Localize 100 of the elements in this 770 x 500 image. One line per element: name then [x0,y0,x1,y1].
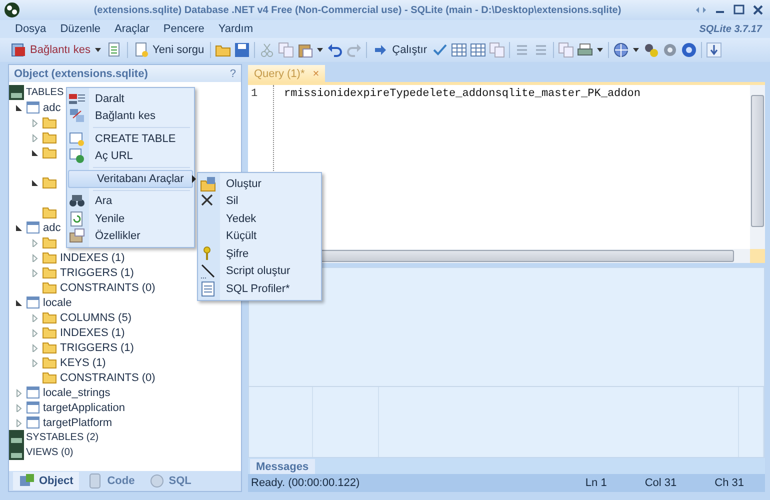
tree-item[interactable]: locale [43,296,72,308]
copy-button[interactable] [277,40,296,60]
expand-arrow-icon[interactable] [31,118,39,126]
table-icon [26,386,40,400]
menu-item[interactable]: SQL Profiler* [198,280,321,298]
database-icon [9,445,24,460]
menu-item[interactable]: Düzenle [53,23,108,35]
globe-button[interactable] [612,40,641,60]
app-logo-icon [4,2,20,18]
expand-arrow-icon[interactable] [31,254,39,262]
caret-icon [596,46,604,54]
maximize-icon[interactable] [733,4,745,16]
expand-arrow-icon[interactable] [31,238,39,246]
database-icon [9,430,24,445]
save-button[interactable] [233,40,252,60]
help-button[interactable]: ? [230,68,236,80]
copy-button[interactable] [488,40,506,60]
document-icon [200,280,216,297]
tree-item[interactable]: INDEXES (1) [60,252,125,264]
menu-item[interactable]: Bağlantı kes [67,108,194,125]
menu-item[interactable]: Pencere [156,23,212,35]
expand-arrow-icon[interactable] [15,388,23,396]
menu-item[interactable]: Dosya [8,23,54,35]
expand-arrow-icon[interactable] [31,358,39,366]
collapse-arrow-icon[interactable] [15,104,23,112]
tree-item[interactable]: KEYS (1) [60,356,106,368]
tree-item[interactable]: COLUMNS (5) [60,312,132,324]
run-button[interactable]: Çalıştır [370,40,430,60]
tree-item[interactable]: TRIGGERS (1) [60,342,134,354]
collapse-arrow-icon[interactable] [31,148,39,156]
expand-arrow-icon[interactable] [31,344,39,352]
collapse-arrow-icon[interactable] [31,178,39,186]
properties-icon [69,228,85,244]
document-icon [87,473,104,489]
restore-icon[interactable] [695,4,707,16]
export-icon [558,42,574,58]
menu-item[interactable]: Sil [198,192,321,210]
menu-item[interactable]: CREATE TABLE [67,130,194,148]
expand-arrow-icon[interactable] [31,134,39,142]
gears-icon [642,42,659,58]
table-icon [470,42,486,58]
menu-item[interactable]: Küçült [198,228,321,245]
column-indicator: Col 31 [644,477,677,489]
tree-item[interactable]: locale_strings [43,386,110,398]
cut-icon [259,42,276,58]
collapse-arrow-icon[interactable] [15,298,23,306]
menu-item[interactable]: Yardım [211,23,260,35]
tree-item[interactable]: TRIGGERS (1) [60,266,134,278]
download-button[interactable] [704,40,723,60]
folder-icon [42,175,57,190]
expand-arrow-icon[interactable] [31,314,39,322]
expand-arrow-icon[interactable] [31,328,39,336]
menu-item[interactable]: Veritabanı Araçlar [68,170,193,188]
disconnect-button[interactable]: Bağlantı kes [8,40,105,60]
panel-tab[interactable]: Object [13,472,80,490]
close-icon[interactable] [752,4,764,16]
tree-item[interactable]: VIEWS (0) [26,447,74,458]
collapse-arrow-icon[interactable] [15,224,23,232]
char-indicator: Ch 31 [714,477,744,489]
menu-item[interactable]: Aç URL [67,148,194,165]
tree-item[interactable]: CONSTRAINTS (0) [60,282,156,294]
database-icon [9,85,24,100]
undo-icon [327,42,344,58]
redo-icon [346,42,362,58]
table-icon [26,296,40,310]
expand-arrow-icon[interactable] [15,418,23,426]
printer-icon [576,42,593,58]
menu-item[interactable]: Araçlar [108,23,156,35]
panel-title: Object (extensions.sqlite) [14,68,148,80]
menu-item[interactable]: Script oluştur [198,262,321,280]
menu-item[interactable]: Daralt [67,90,194,108]
menu-item[interactable]: Oluştur [198,175,321,192]
messages-tab[interactable]: Messages [250,459,315,474]
tree-item[interactable]: targetApplication [43,402,125,414]
new-query-button[interactable]: Yeni sorgu [130,40,208,60]
wand-icon [200,263,216,280]
folder-icon [200,176,216,192]
expand-arrow-icon[interactable] [31,268,39,276]
export-button[interactable] [556,40,575,60]
help-button[interactable] [680,40,698,60]
menu-item[interactable]: Özellikler [67,228,194,245]
expand-arrow-icon[interactable] [15,404,23,412]
menu-item[interactable]: Ara [67,192,194,210]
caret-icon [632,46,640,54]
folder-icon [42,250,57,265]
folder-icon [42,130,57,145]
tree-item[interactable]: adc [43,102,61,114]
tree-item[interactable]: TABLES [26,87,64,98]
tree-item[interactable]: SYSTABLES (2) [26,432,99,443]
copy-icon [488,42,505,58]
tree-item[interactable]: INDEXES (1) [60,326,125,338]
menu-item[interactable]: Şifre [198,245,321,262]
tree-item[interactable]: adc [43,222,61,234]
menu-item[interactable]: Yenile [67,210,194,228]
tree-item[interactable]: CONSTRAINTS (0) [60,372,156,384]
caret-icon [316,46,324,54]
tree-item[interactable]: targetPlatform [43,416,112,428]
folder-icon [42,355,57,370]
menu-item[interactable]: Yedek [198,210,321,228]
vertical-scrollbar[interactable] [750,85,765,249]
